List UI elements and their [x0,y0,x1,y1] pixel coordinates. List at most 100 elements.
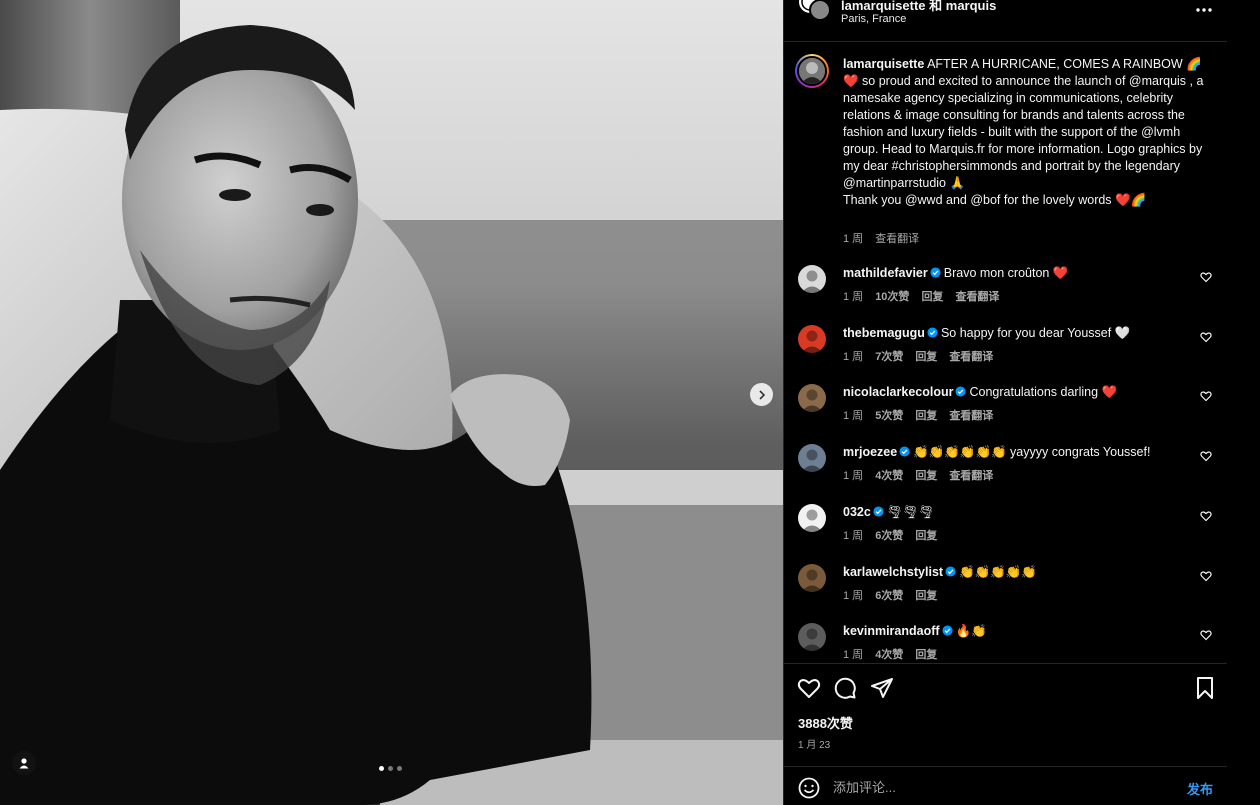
comment-text-line: mrjoezee 👏👏👏👏👏👏 yayyyy congrats Youssef! [843,444,1188,461]
comment-row: nicolaclarkecolour Congratulations darlin… [784,384,1228,444]
post-comment-button[interactable]: 发布 [1187,779,1213,798]
heart-icon[interactable] [797,676,821,700]
comment-likes[interactable]: 4次赞 [875,467,903,483]
comment-row: karlawelchstylist 👏👏👏👏👏 1 周 6次赞 回复 [784,564,1228,624]
comment-username[interactable]: 032c [843,505,871,519]
tagged-users-button[interactable] [12,751,36,775]
carousel-dot [379,766,384,771]
comment-text-line: karlawelchstylist 👏👏👏👏👏 [843,564,1188,581]
comment-time: 1 周 [843,291,864,303]
post-header: lamarquisette 和 marquis Paris, France [784,0,1228,42]
comment-body: 🌪🌪🌪 [886,505,935,519]
likes-count[interactable]: 3888次赞 [798,713,853,732]
emoji-icon[interactable] [798,777,820,799]
comment-row: 032c 🌪🌪🌪 1 周 6次赞 回复 [784,504,1228,564]
comment-heart-icon[interactable] [1200,450,1212,462]
comment-avatar[interactable] [798,444,826,472]
comment-meta: 1 周 6次赞 回复 [843,527,937,543]
comment-translate-link[interactable]: 查看翻译 [949,348,993,364]
comment-row: thebemagugu So happy for you dear Youssef… [784,325,1228,385]
comment-row: kevinmirandaoff 🔥👏 1 周 4次赞 回复 [784,623,1228,663]
post-date: 1 月 23 [798,740,831,751]
comment-likes[interactable]: 6次赞 [875,587,903,603]
comment-input[interactable] [833,777,1133,797]
comment-likes[interactable]: 6次赞 [875,527,903,543]
more-options-icon[interactable] [1194,1,1214,19]
comment-composer: 发布 [784,766,1228,805]
post-panel: lamarquisette 和 marquis Paris, France la… [783,0,1228,805]
post-media[interactable] [0,0,783,805]
comment-username[interactable]: kevinmirandaoff [843,624,940,638]
post-location[interactable]: Paris, France [841,13,906,25]
comment-meta: 1 周 10次赞 回复 查看翻译 [843,288,999,304]
comment-username[interactable]: mathildefavier [843,266,928,280]
comment-text-line: nicolaclarkecolour Congratulations darlin… [843,384,1188,401]
comment-body: 👏👏👏👏👏 [959,565,1037,579]
carousel-next-button[interactable] [750,383,773,406]
comment-likes[interactable]: 4次赞 [875,646,903,662]
comment-text-line: mathildefavier Bravo mon croûton ❤️ [843,265,1188,282]
comment-text-line: 032c 🌪🌪🌪 [843,504,1188,521]
comment-heart-icon[interactable] [1200,510,1212,522]
comment-reply-button[interactable]: 回复 [915,467,937,483]
comment-avatar[interactable] [798,265,826,293]
comment-heart-icon[interactable] [1200,271,1212,283]
comment-reply-button[interactable]: 回复 [921,288,943,304]
comment-translate-link[interactable]: 查看翻译 [955,288,999,304]
carousel-dot [397,766,402,771]
comment-translate-link[interactable]: 查看翻译 [949,407,993,423]
comment-avatar[interactable] [798,384,826,412]
comment-heart-icon[interactable] [1200,390,1212,402]
comment-reply-button[interactable]: 回复 [915,646,937,662]
share-icon[interactable] [870,676,894,700]
comment-avatar[interactable] [798,623,826,651]
caption-avatar[interactable] [795,54,829,88]
comment-username[interactable]: mrjoezee [843,445,897,459]
comment-body: So happy for you dear Youssef 🤍 [940,326,1131,340]
post-photo [0,0,783,805]
comment-avatar[interactable] [798,325,826,353]
bookmark-icon[interactable] [1193,676,1217,700]
caption-text: AFTER A HURRICANE, COMES A RAINBOW 🌈❤️ s… [843,57,1204,190]
post-actions: 3888次赞 1 月 23 [784,663,1228,756]
comment-likes[interactable]: 5次赞 [875,407,903,423]
comment-text-line: thebemagugu So happy for you dear Youssef… [843,325,1188,342]
caption-username[interactable]: lamarquisette [843,57,924,71]
comment-reply-button[interactable]: 回复 [915,348,937,364]
comment-reply-button[interactable]: 回复 [915,587,937,603]
comment-heart-icon[interactable] [1200,629,1212,641]
comment-meta: 1 周 5次赞 回复 查看翻译 [843,407,993,423]
comment-username[interactable]: thebemagugu [843,326,925,340]
caption-time: 1 周 [843,233,864,245]
post-usernames[interactable]: lamarquisette 和 marquis [841,0,996,14]
comment-time: 1 周 [843,351,864,363]
collab-avatar[interactable] [798,0,830,22]
comment-time: 1 周 [843,649,864,661]
comment-likes[interactable]: 7次赞 [875,348,903,364]
comment-body: Congratulations darling ❤️ [969,385,1118,399]
verified-badge-icon [930,267,941,278]
comment-time: 1 周 [843,410,864,422]
comment-username[interactable]: karlawelchstylist [843,565,943,579]
comment-icon[interactable] [833,676,857,700]
comment-heart-icon[interactable] [1200,331,1212,343]
comment-heart-icon[interactable] [1200,570,1212,582]
comment-body: Bravo mon croûton ❤️ [943,266,1069,280]
chevron-right-icon [758,389,765,400]
comment-avatar[interactable] [798,564,826,592]
comments-list[interactable]: lamarquisette AFTER A HURRICANE, COMES A… [784,43,1228,663]
comment-username[interactable]: nicolaclarkecolour [843,385,953,399]
verified-badge-icon [927,327,938,338]
carousel-dots [379,766,402,771]
page-scroll-gutter [1227,0,1260,805]
comment-reply-button[interactable]: 回复 [915,527,937,543]
comment-text-line: kevinmirandaoff 🔥👏 [843,623,1188,640]
comment-avatar[interactable] [798,504,826,532]
comment-translate-link[interactable]: 查看翻译 [949,467,993,483]
comment-time: 1 周 [843,590,864,602]
comment-reply-button[interactable]: 回复 [915,407,937,423]
caption-translate-link[interactable]: 查看翻译 [875,230,919,246]
comment-likes[interactable]: 10次赞 [875,288,909,304]
caption-meta: 1 周 查看翻译 [843,230,919,246]
carousel-dot [388,766,393,771]
